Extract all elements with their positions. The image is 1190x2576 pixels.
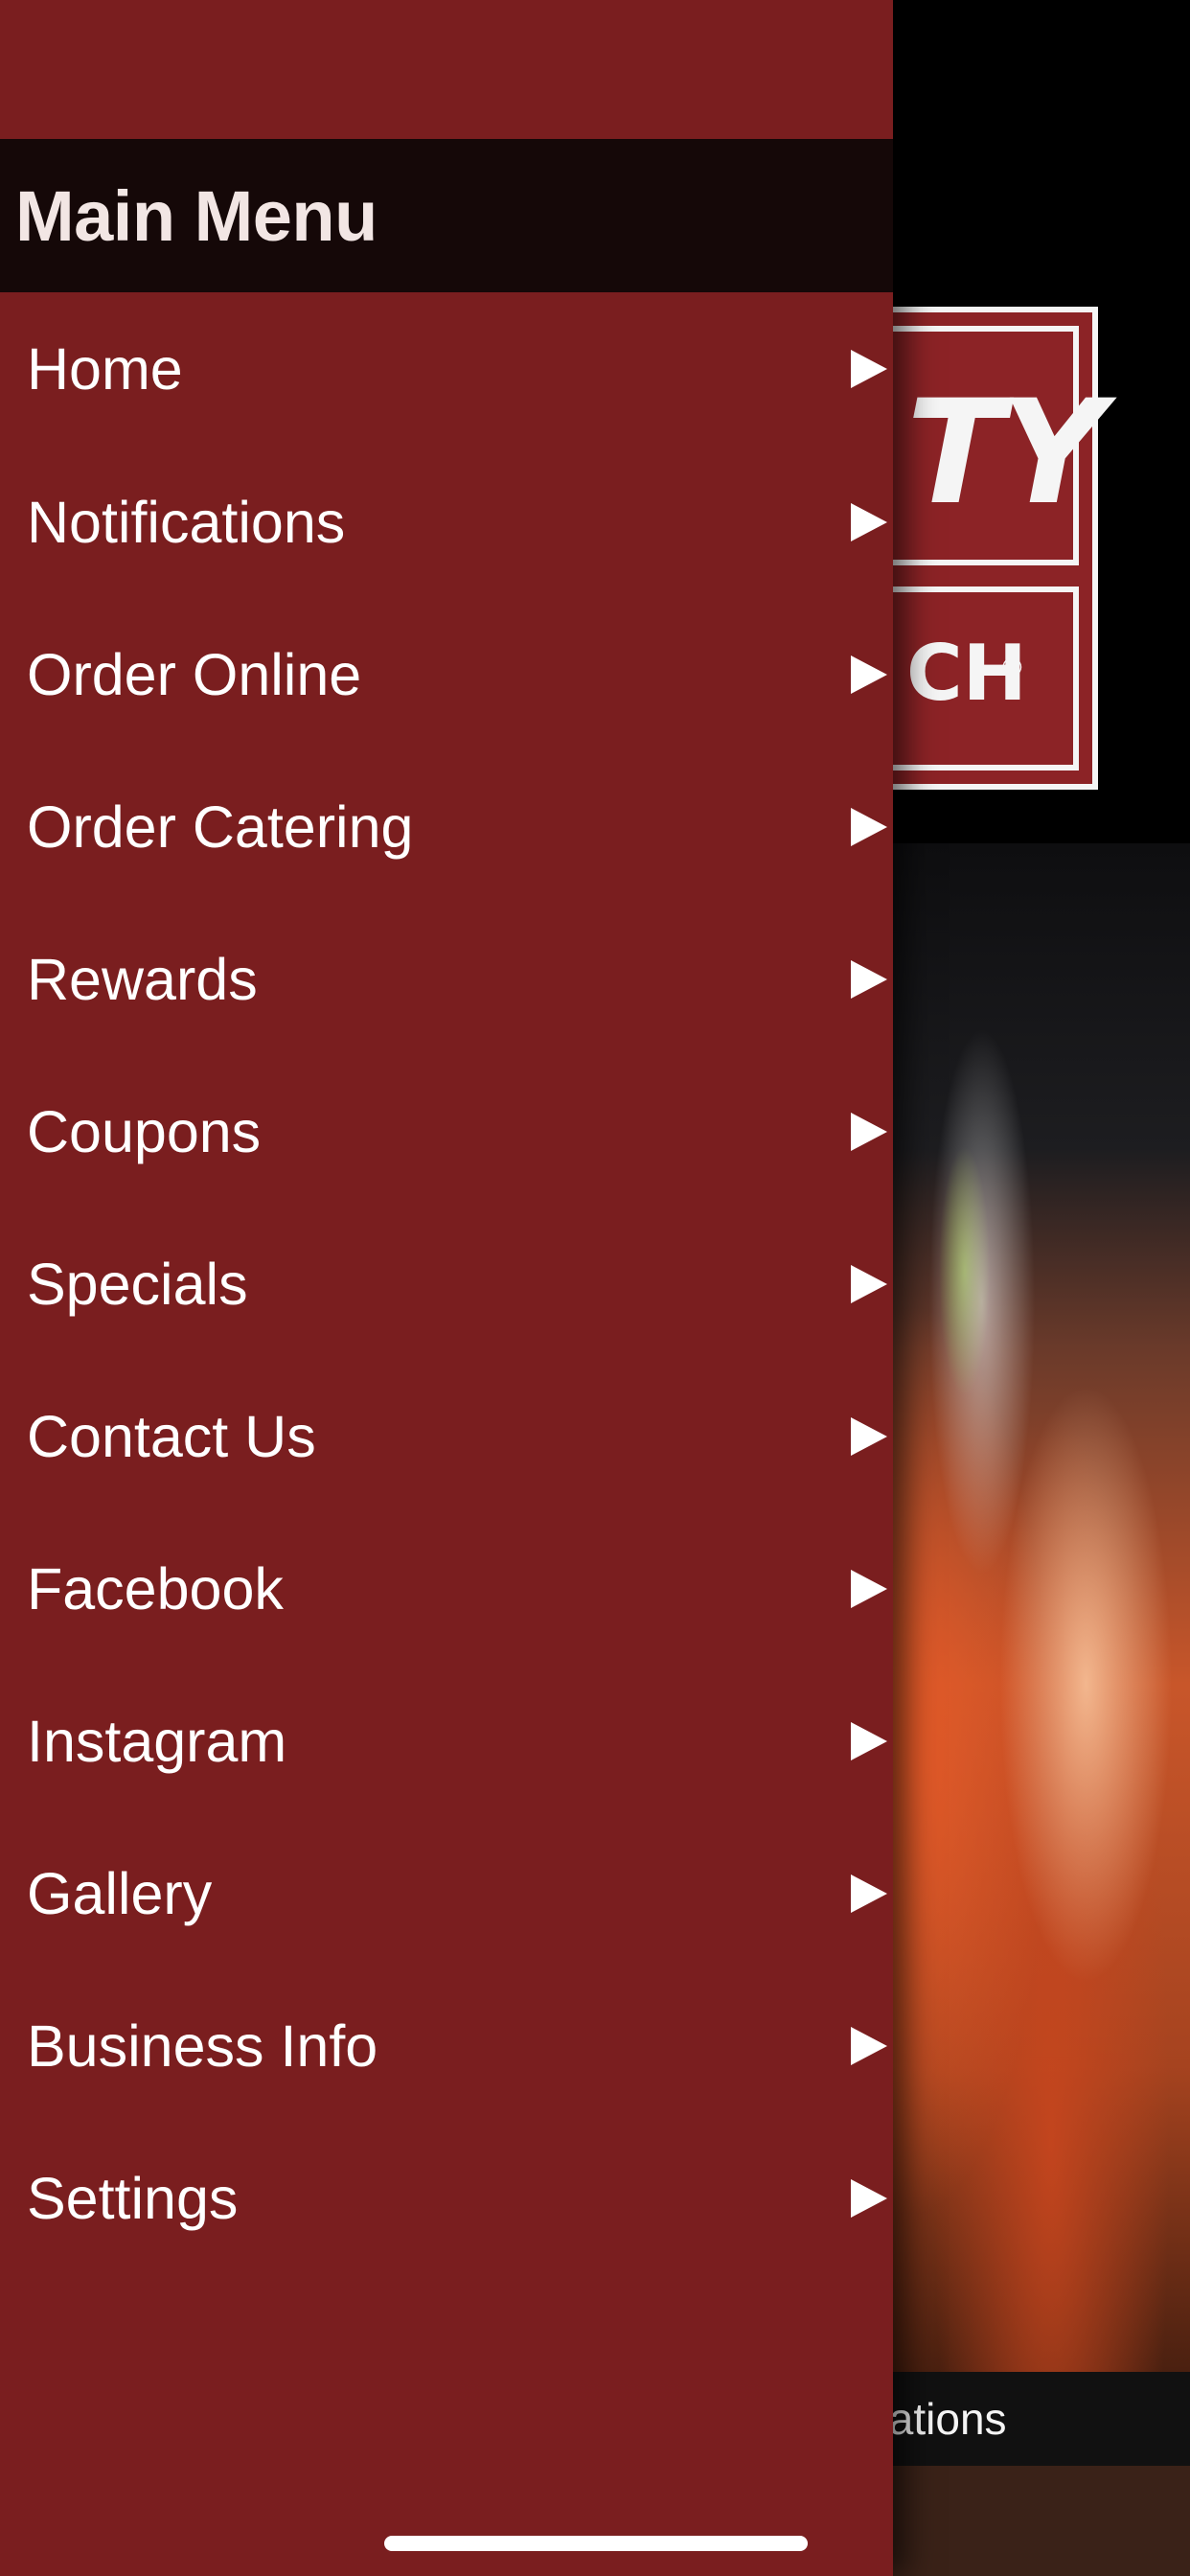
- menu-item-order-catering[interactable]: Order Catering: [0, 750, 893, 903]
- menu-title: Main Menu: [15, 175, 378, 256]
- chevron-right-icon: [851, 1721, 887, 1760]
- bottom-image-strip: [843, 2466, 1190, 2576]
- chevron-right-icon: [851, 502, 887, 541]
- logo-top-text: TY: [906, 370, 1105, 537]
- chevron-right-icon: [851, 350, 887, 388]
- menu-item-business-info[interactable]: Business Info: [0, 1969, 893, 2122]
- menu-item-label: Order Catering: [27, 794, 414, 860]
- chevron-right-icon: [851, 1874, 887, 1913]
- chevron-right-icon: [851, 1112, 887, 1151]
- notifications-bar[interactable]: Notifications: [767, 2372, 1190, 2466]
- menu-header: Main Menu: [0, 139, 893, 292]
- menu-item-rewards[interactable]: Rewards: [0, 903, 893, 1055]
- side-drawer-menu: Main Menu Home Notifications Order Onlin…: [0, 0, 893, 2576]
- menu-item-settings[interactable]: Settings: [0, 2122, 893, 2274]
- menu-item-label: Contact Us: [27, 1403, 316, 1469]
- chevron-right-icon: [851, 959, 887, 999]
- menu-item-home[interactable]: Home: [0, 292, 893, 446]
- hero-food-image: [843, 843, 1190, 2372]
- menu-item-gallery[interactable]: Gallery: [0, 1817, 893, 1969]
- home-indicator[interactable]: [384, 2536, 808, 2551]
- chevron-right-icon: [851, 1264, 887, 1303]
- chevron-right-icon: [851, 807, 887, 846]
- menu-item-label: Order Online: [27, 641, 362, 707]
- chevron-right-icon: [851, 2178, 887, 2218]
- menu-item-label: Rewards: [27, 946, 258, 1012]
- menu-item-label: Coupons: [27, 1098, 262, 1164]
- app-screen: TY CH ® Notifications Main Menu Home Not…: [0, 0, 1190, 2576]
- chevron-right-icon: [851, 1416, 887, 1456]
- menu-item-label: Gallery: [27, 1860, 213, 1926]
- logo-registered-mark: ®: [1002, 653, 1022, 682]
- chevron-right-icon: [851, 655, 887, 694]
- menu-item-label: Notifications: [27, 489, 346, 555]
- chevron-right-icon: [851, 2026, 887, 2065]
- menu-item-label: Instagram: [27, 1708, 287, 1774]
- menu-item-label: Specials: [27, 1251, 248, 1317]
- menu-list: Home Notifications Order Online Order Ca…: [0, 292, 893, 2274]
- menu-item-coupons[interactable]: Coupons: [0, 1055, 893, 1208]
- menu-item-label: Settings: [27, 2165, 239, 2231]
- chevron-right-icon: [851, 1569, 887, 1608]
- menu-item-specials[interactable]: Specials: [0, 1208, 893, 1360]
- menu-item-label: Business Info: [27, 2012, 378, 2079]
- menu-item-instagram[interactable]: Instagram: [0, 1665, 893, 1817]
- menu-item-contact-us[interactable]: Contact Us: [0, 1360, 893, 1512]
- menu-item-notifications[interactable]: Notifications: [0, 446, 893, 598]
- menu-item-order-online[interactable]: Order Online: [0, 598, 893, 750]
- menu-item-label: Home: [27, 336, 183, 402]
- menu-item-facebook[interactable]: Facebook: [0, 1512, 893, 1665]
- menu-item-label: Facebook: [27, 1555, 284, 1622]
